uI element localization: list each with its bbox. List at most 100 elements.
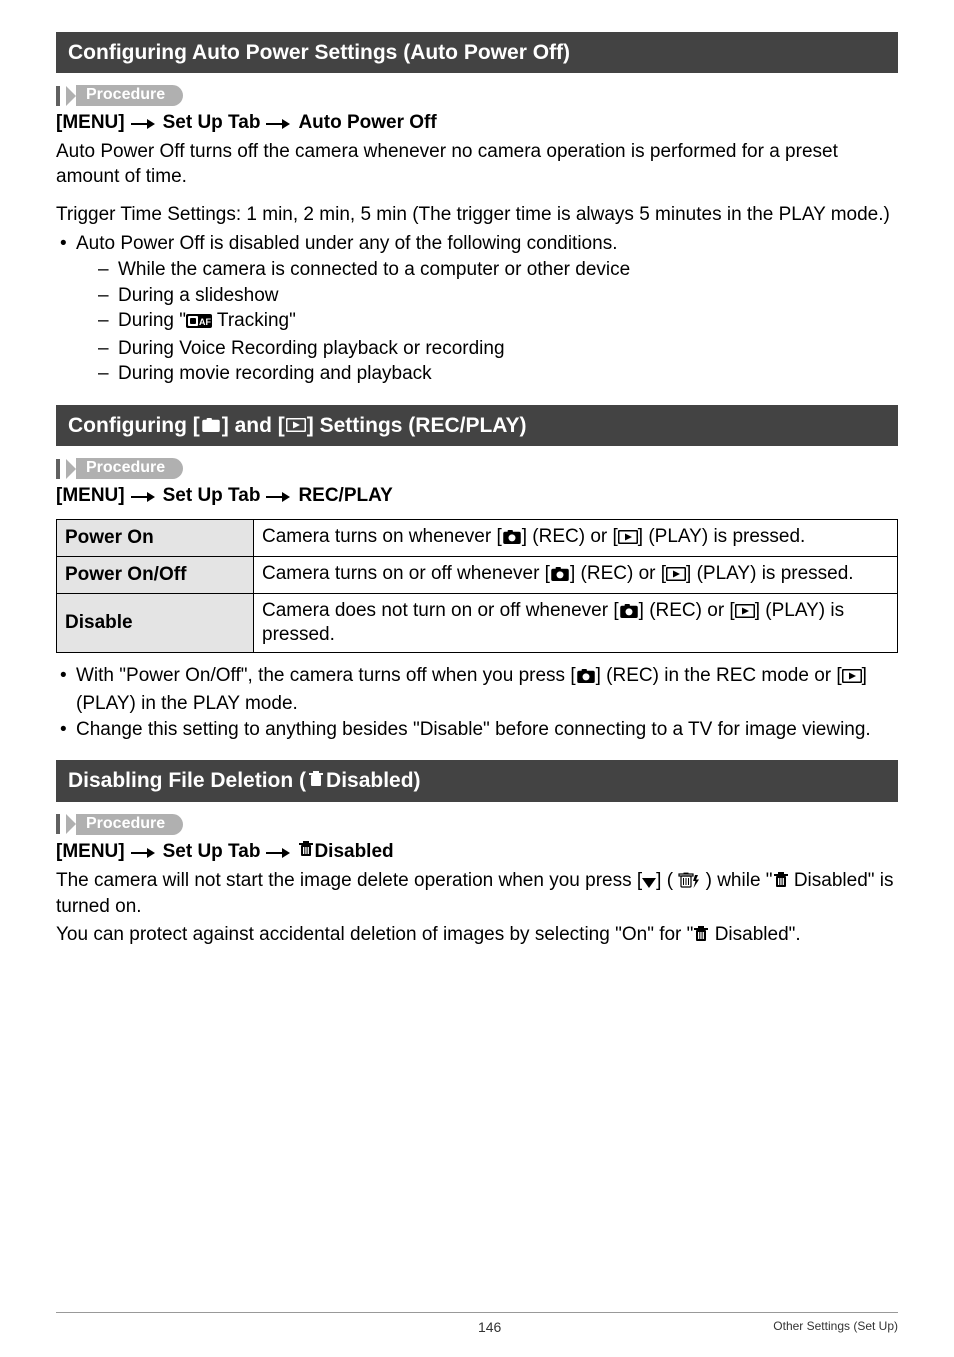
list-item-text: During " <box>118 310 186 331</box>
procedure-arrow-icon <box>66 459 76 479</box>
menu-path-segment: Set Up Tab <box>163 112 261 134</box>
table-key: Power On/Off <box>57 557 254 594</box>
table-value-text: ] (REC) or [ <box>522 526 618 547</box>
table-row: Power On Camera turns on whenever [ ] (RE… <box>57 520 898 557</box>
list-item: During movie recording and playback <box>98 361 898 387</box>
rec-icon <box>502 528 522 550</box>
body-text-span: The camera will not start the image dele… <box>56 870 642 891</box>
section-header-auto-power-off: Configuring Auto Power Settings (Auto Po… <box>56 32 898 73</box>
trash-bolt-icon <box>678 871 700 895</box>
play-icon <box>842 665 862 691</box>
section-title-text: ] and [ <box>222 412 285 439</box>
rec-icon <box>201 412 221 439</box>
list-item-text: Tracking" <box>212 310 296 331</box>
dash-list: While the camera is connected to a compu… <box>98 257 898 387</box>
rec-icon <box>576 665 596 691</box>
list-item-text: ] (REC) in the REC mode or [ <box>596 665 842 686</box>
section-header-file-deletion: Disabling File Deletion ( Disabled) <box>56 760 898 801</box>
procedure-arrow-icon <box>66 814 76 834</box>
section-title: Configuring Auto Power Settings (Auto Po… <box>68 39 570 66</box>
af-tracking-icon <box>186 310 212 336</box>
table-value-text: ] (PLAY) is pressed. <box>686 563 854 584</box>
procedure-bar-icon <box>56 814 60 834</box>
body-text-span: ) while " <box>700 870 772 891</box>
table-value-text: Camera does not turn on or off whenever … <box>262 600 619 621</box>
arrow-icon <box>131 491 157 503</box>
menu-path-segment: Auto Power Off <box>298 112 436 134</box>
procedure-bar-icon <box>56 459 60 479</box>
rec-icon <box>619 602 639 624</box>
menu-path-segment: [MENU] <box>56 841 125 863</box>
rec-icon <box>550 565 570 587</box>
list-item: Auto Power Off is disabled under any of … <box>56 231 898 387</box>
table-value: Camera turns on whenever [ ] (REC) or [ ] … <box>254 520 898 557</box>
arrow-icon <box>266 491 292 503</box>
menu-path-rec-play: [MENU] Set Up Tab REC/PLAY <box>56 485 898 507</box>
table-key: Disable <box>57 594 254 653</box>
play-icon <box>666 565 686 587</box>
procedure-indicator: Procedure <box>56 814 898 835</box>
arrow-icon <box>266 847 292 859</box>
list-item-text: With "Power On/Off", the camera turns of… <box>76 665 576 686</box>
table-row: Power On/Off Camera turns on or off when… <box>57 557 898 594</box>
list-item: During a slideshow <box>98 283 898 309</box>
down-icon <box>642 871 656 895</box>
table-row: Disable Camera does not turn on or off w… <box>57 594 898 653</box>
arrow-icon <box>131 118 157 130</box>
table-value-text: Camera turns on whenever [ <box>262 526 502 547</box>
arrow-icon <box>131 847 157 859</box>
menu-path-auto-power-off: [MENU] Set Up Tab Auto Power Off <box>56 112 898 134</box>
table-value-text: ] (REC) or [ <box>570 563 666 584</box>
bullet-list: Auto Power Off is disabled under any of … <box>56 231 898 387</box>
section-title-text: Disabled) <box>326 767 421 794</box>
trash-icon <box>773 871 789 895</box>
body-text-span: ] ( <box>656 870 678 891</box>
body-text-span: Disabled". <box>709 924 800 945</box>
footer-section-name: Other Settings (Set Up) <box>773 1319 898 1333</box>
table-value-text: ] (PLAY) is pressed. <box>638 526 806 547</box>
menu-path-segment: [MENU] <box>56 112 125 134</box>
menu-path-delete-disabled: [MENU] Set Up Tab Disabled <box>56 841 898 863</box>
arrow-icon <box>266 118 292 130</box>
menu-path-segment: REC/PLAY <box>298 485 392 507</box>
procedure-indicator: Procedure <box>56 458 898 479</box>
list-item: During " Tracking" <box>98 308 898 336</box>
trash-icon <box>308 767 324 794</box>
page-number: 146 <box>206 1319 773 1335</box>
menu-path-segment: Disabled <box>314 841 393 863</box>
body-paragraph: You can protect against accidental delet… <box>56 923 898 949</box>
body-paragraph: The camera will not start the image dele… <box>56 869 898 920</box>
table-key: Power On <box>57 520 254 557</box>
procedure-label: Procedure <box>76 458 183 479</box>
bullet-list: With "Power On/Off", the camera turns of… <box>56 663 898 742</box>
procedure-label: Procedure <box>76 814 183 835</box>
procedure-bar-icon <box>56 86 60 106</box>
section-header-rec-play: Configuring [ ] and [ ] Settings (REC/PL… <box>56 405 898 446</box>
body-paragraph: Trigger Time Settings: 1 min, 2 min, 5 m… <box>56 203 898 227</box>
trash-icon <box>693 925 709 949</box>
list-item: Change this setting to anything besides … <box>56 717 898 743</box>
menu-path-segment: Set Up Tab <box>163 841 261 863</box>
play-icon <box>735 602 755 624</box>
body-text-span: You can protect against accidental delet… <box>56 924 693 945</box>
trash-icon <box>298 841 314 863</box>
section-title-text: Disabling File Deletion ( <box>68 767 306 794</box>
table-value: Camera turns on or off whenever [ ] (REC)… <box>254 557 898 594</box>
list-item: While the camera is connected to a compu… <box>98 257 898 283</box>
table-value-text: Camera turns on or off whenever [ <box>262 563 550 584</box>
procedure-indicator: Procedure <box>56 85 898 106</box>
settings-table: Power On Camera turns on whenever [ ] (RE… <box>56 519 898 653</box>
section-title-text: Configuring [ <box>68 412 200 439</box>
page-footer: 146 Other Settings (Set Up) <box>56 1312 898 1357</box>
procedure-arrow-icon <box>66 86 76 106</box>
table-value: Camera does not turn on or off whenever … <box>254 594 898 653</box>
list-item-text: Auto Power Off is disabled under any of … <box>76 233 617 254</box>
list-item: With "Power On/Off", the camera turns of… <box>56 663 898 716</box>
body-paragraph: Auto Power Off turns off the camera when… <box>56 140 898 189</box>
table-value-text: ] (REC) or [ <box>639 600 735 621</box>
play-icon <box>618 528 638 550</box>
procedure-label: Procedure <box>76 85 183 106</box>
menu-path-segment: Set Up Tab <box>163 485 261 507</box>
section-title-text: ] Settings (REC/PLAY) <box>307 412 527 439</box>
menu-path-segment: [MENU] <box>56 485 125 507</box>
